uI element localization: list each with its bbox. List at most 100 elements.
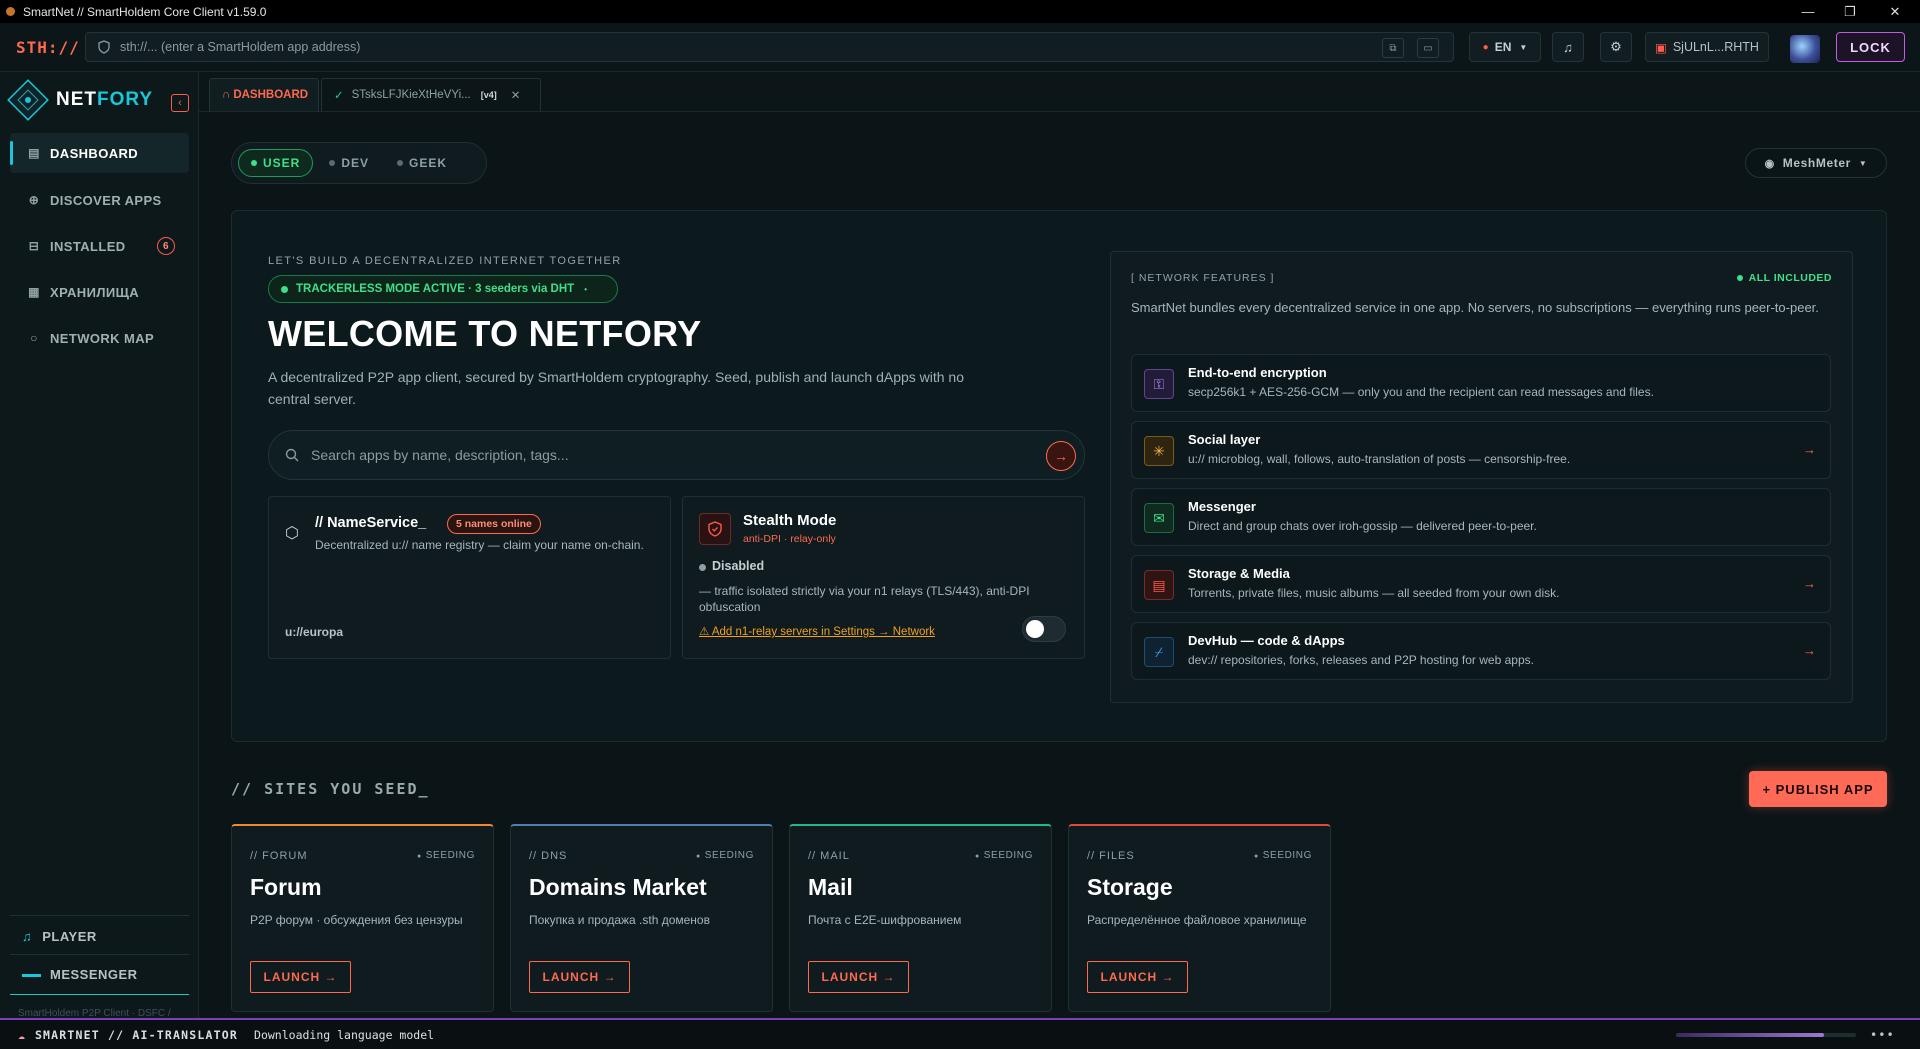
feature-encryption[interactable]: ⚿ End-to-end encryption secp256k1 + AES-… xyxy=(1131,354,1831,412)
installed-count-badge: 6 xyxy=(157,237,175,255)
search-input[interactable]: Search apps by name, description, tags..… xyxy=(311,447,569,463)
wallet-button[interactable]: ▣ SjULnL...RHTH xyxy=(1645,32,1769,62)
launch-button[interactable]: LAUNCH → xyxy=(529,961,630,993)
site-card-dns[interactable]: // DNS SEEDING Domains Market Покупка и … xyxy=(510,824,773,1012)
badge-label: ALL INCLUDED xyxy=(1748,272,1832,284)
address-input[interactable]: sth://... (enter a SmartHoldem app addre… xyxy=(120,40,360,54)
nameservice-card[interactable]: ⬡ // NameService_ 5 names online Decentr… xyxy=(268,496,671,659)
search-submit-button[interactable]: → xyxy=(1046,441,1076,471)
mode-user[interactable]: USER xyxy=(238,149,314,177)
tab-app[interactable]: ✓ STsksLFJKieXtHeVYi... [v4] ✕ xyxy=(321,78,541,111)
sidebar-item-installed[interactable]: ⊟ INSTALLED 6 xyxy=(10,226,189,266)
hexagon-icon: ⬡ xyxy=(285,525,299,542)
stealth-sub: anti-DPI · relay-only xyxy=(743,533,836,545)
site-card-files[interactable]: // FILES SEEDING Storage Распределённое … xyxy=(1068,824,1331,1012)
chevron-down-icon: ▼ xyxy=(1858,158,1868,168)
feature-desc: Torrents, private files, music albums — … xyxy=(1188,586,1560,600)
feature-storage[interactable]: ▤ Storage & Media Torrents, private file… xyxy=(1131,555,1831,613)
feature-desc: secp256k1 + AES-256-GCM — only you and t… xyxy=(1188,385,1654,399)
nameservice-title: // NameService_ xyxy=(315,515,427,531)
publish-app-button[interactable]: + PUBLISH APP xyxy=(1749,771,1887,807)
stealth-toggle[interactable] xyxy=(1022,616,1066,642)
site-category: // FORUM xyxy=(250,850,308,862)
arrow-right-icon: → xyxy=(1803,576,1816,591)
avatar[interactable] xyxy=(1790,35,1820,63)
stealth-status: Disabled xyxy=(712,559,765,573)
mode-label: USER xyxy=(263,156,301,170)
launch-button[interactable]: LAUNCH → xyxy=(1087,961,1188,993)
mail-icon: ✉ xyxy=(1144,503,1174,533)
shield-icon xyxy=(98,40,110,54)
site-card-forum[interactable]: // FORUM SEEDING Forum P2P форум · обсуж… xyxy=(231,824,494,1012)
mode-dev[interactable]: DEV xyxy=(317,149,381,177)
sidebar-item-network-map[interactable]: ○ NETWORK MAP xyxy=(10,318,189,358)
dashboard-icon: ▤ xyxy=(28,146,40,160)
sidebar-messenger[interactable]: ▬▬ MESSENGER xyxy=(10,956,189,992)
divider xyxy=(10,915,189,916)
site-card-mail[interactable]: // MAIL SEEDING Mail Почта с E2E-шифрова… xyxy=(789,824,1052,1012)
status-dot-icon xyxy=(699,564,706,571)
messenger-label: MESSENGER xyxy=(50,966,138,982)
meshmeter-dropdown[interactable]: ◉ MeshMeter ▼ xyxy=(1745,148,1887,178)
tracker-status-badge[interactable]: TRACKERLESS MODE ACTIVE · 3 seeders via … xyxy=(268,275,618,303)
feature-title: Messenger xyxy=(1188,499,1256,514)
tab-label: STsksLFJKieXtHeVYi... xyxy=(351,89,471,101)
gauge-icon: ◉ xyxy=(1764,157,1775,170)
search-bar[interactable]: Search apps by name, description, tags..… xyxy=(268,430,1085,480)
mode-dot-icon xyxy=(397,160,404,166)
sidebar-item-discover-apps[interactable]: ⊕ DISCOVER APPS xyxy=(10,180,189,220)
mode-label: DEV xyxy=(341,156,370,170)
stealth-mode-card: Stealth Mode anti-DPI · relay-only Disab… xyxy=(682,496,1085,659)
feature-social[interactable]: ✳ Social layer u:// microblog, wall, fol… xyxy=(1131,421,1831,479)
feature-desc: u:// microblog, wall, follows, auto-tran… xyxy=(1188,452,1571,466)
site-category: // MAIL xyxy=(808,850,850,862)
launch-button[interactable]: LAUNCH → xyxy=(250,961,351,993)
more-icon[interactable]: ••• xyxy=(1870,1028,1895,1042)
feature-title: Storage & Media xyxy=(1188,566,1290,581)
main-content: USER DEV GEEK ◉ MeshMeter ▼ LET'S BUILD … xyxy=(199,112,1920,1018)
launch-button[interactable]: LAUNCH → xyxy=(808,961,909,993)
restore-icon[interactable]: ❐ xyxy=(1836,0,1864,23)
registered-name[interactable]: u://europa xyxy=(285,625,343,639)
lang-dot-icon: ● xyxy=(1482,41,1489,53)
language-selector[interactable]: ● EN ▼ xyxy=(1469,32,1541,62)
sidebar-item-label: DASHBOARD xyxy=(50,145,139,161)
progress-fill xyxy=(1676,1033,1824,1037)
tab-dashboard[interactable]: ∩ DASHBOARD xyxy=(209,78,319,111)
mode-dot-icon xyxy=(251,160,257,166)
feature-title: End-to-end encryption xyxy=(1188,365,1327,380)
music-note-icon: ♫ xyxy=(22,928,33,944)
welcome-panel: LET'S BUILD A DECENTRALIZED INTERNET TOG… xyxy=(231,210,1887,742)
sidebar-item-label: NETWORK MAP xyxy=(50,330,155,346)
settings-button[interactable]: ⚙ xyxy=(1600,32,1632,62)
music-button[interactable]: ♫ xyxy=(1552,32,1584,62)
site-desc: P2P форум · обсуждения без цензуры xyxy=(250,913,463,927)
close-icon[interactable]: ✕ xyxy=(1881,0,1909,23)
status-label: SMARTNET // AI-TRANSLATOR xyxy=(34,1027,239,1042)
messenger-icon: ▬▬ xyxy=(22,968,41,980)
terminal-icon[interactable]: ▭ xyxy=(1417,38,1439,58)
sidebar-item-dashboard[interactable]: ▤ DASHBOARD xyxy=(10,133,189,173)
music-icon: ♫ xyxy=(1563,39,1573,55)
mode-geek[interactable]: GEEK xyxy=(385,149,459,177)
logo: NETFORY xyxy=(6,78,153,122)
feature-messenger[interactable]: ✉ Messenger Direct and group chats over … xyxy=(1131,488,1831,546)
all-included-badge: ALL INCLUDED xyxy=(1736,272,1832,284)
tab-label: DASHBOARD xyxy=(233,89,309,101)
relay-settings-link[interactable]: ⚠ Add n1-relay servers in Settings → Net… xyxy=(699,624,935,638)
close-tab-icon[interactable]: ✕ xyxy=(511,88,521,102)
check-icon: ✓ xyxy=(334,90,344,102)
wallet-address: SjULnL...RHTH xyxy=(1672,40,1759,54)
sites-section-title: // SITES YOU SEED_ xyxy=(231,780,430,798)
sidebar-item-storage[interactable]: ▦ ХРАНИЛИЩА xyxy=(10,272,189,312)
site-name: Storage xyxy=(1087,874,1173,900)
tagline: LET'S BUILD A DECENTRALIZED INTERNET TOG… xyxy=(268,255,622,267)
address-bar[interactable]: sth://... (enter a SmartHoldem app addre… xyxy=(85,32,1454,62)
code-icon: ⌿ xyxy=(1144,637,1174,667)
collapse-sidebar-button[interactable]: ‹ xyxy=(171,94,189,112)
feature-devhub[interactable]: ⌿ DevHub — code & dApps dev:// repositor… xyxy=(1131,622,1831,680)
sidebar-player[interactable]: ♫ PLAYER xyxy=(10,918,189,954)
copy-icon[interactable]: ⧉ xyxy=(1382,38,1404,58)
lock-button[interactable]: LOCK xyxy=(1836,32,1905,62)
minimize-icon[interactable]: — xyxy=(1794,0,1822,23)
